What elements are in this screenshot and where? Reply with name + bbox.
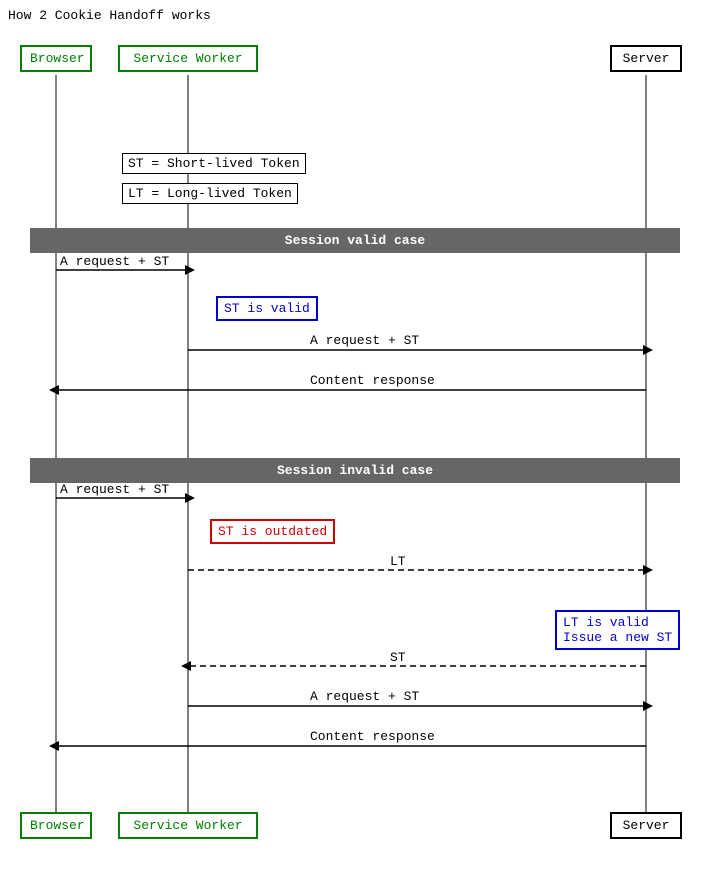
label-request-st-3: A request + ST bbox=[60, 482, 169, 497]
actor-service-worker-bottom: Service Worker bbox=[118, 812, 258, 839]
label-request-st-4: A request + ST bbox=[310, 689, 419, 704]
lt-definition: LT = Long-lived Token bbox=[122, 183, 298, 204]
section-valid-header: Session valid case bbox=[30, 228, 680, 253]
label-content-response-2: Content response bbox=[310, 729, 435, 744]
actor-browser-bottom: Browser bbox=[20, 812, 92, 839]
actor-server-top: Server bbox=[610, 45, 682, 72]
actor-server-bottom: Server bbox=[610, 812, 682, 839]
label-lt: LT bbox=[390, 554, 406, 569]
diagram: How 2 Cookie Handoff works bbox=[0, 0, 710, 872]
label-request-st-2: A request + ST bbox=[310, 333, 419, 348]
note-st-outdated: ST is outdated bbox=[210, 519, 335, 544]
section-invalid-header: Session invalid case bbox=[30, 458, 680, 483]
note-st-valid: ST is valid bbox=[216, 296, 318, 321]
st-definition: ST = Short-lived Token bbox=[122, 153, 306, 174]
actor-service-worker-top: Service Worker bbox=[118, 45, 258, 72]
label-st: ST bbox=[390, 650, 406, 665]
label-request-st-1: A request + ST bbox=[60, 254, 169, 269]
note-lt-valid: LT is valid Issue a new ST bbox=[555, 610, 680, 650]
title: How 2 Cookie Handoff works bbox=[8, 8, 211, 23]
label-content-response-1: Content response bbox=[310, 373, 435, 388]
actor-browser-top: Browser bbox=[20, 45, 92, 72]
